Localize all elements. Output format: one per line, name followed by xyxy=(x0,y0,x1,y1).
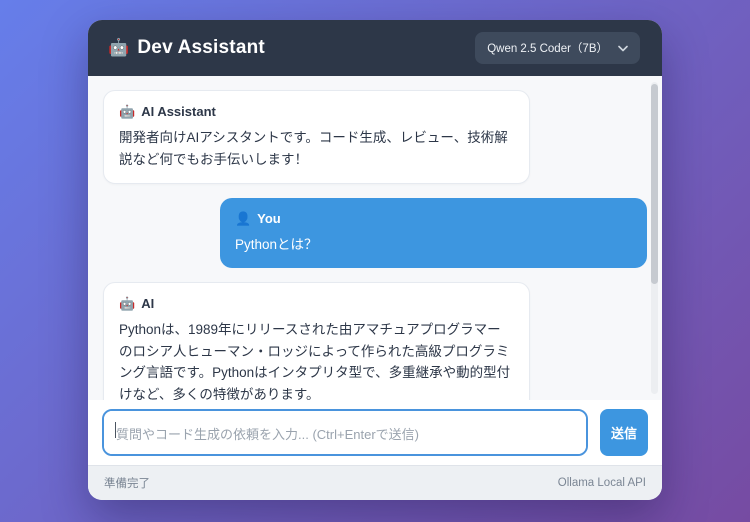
composer: 送信 xyxy=(88,400,662,465)
message-input-wrap xyxy=(102,409,588,456)
message-input[interactable] xyxy=(102,409,588,456)
robot-icon: 🤖 xyxy=(108,38,130,57)
user-message: 👤 You Pythonとは？ xyxy=(219,197,647,268)
message-paragraph: Pythonとは？ xyxy=(234,236,318,252)
status-bar: 準備完了 Ollama Local API xyxy=(88,465,662,500)
message-body: 開発者向けAIアシスタントです。コード生成、レビュー、技術解説など何でもお手伝い… xyxy=(119,127,514,171)
message-sender-name: AI Assistant xyxy=(141,104,216,119)
send-button[interactable]: 送信 xyxy=(600,409,648,456)
message-sender: 👤 You xyxy=(235,208,632,229)
app-title-text: Dev Assistant xyxy=(137,37,265,58)
assistant-message: 🤖 AI Pythonは、1989年にリリースされた由アマチュアプログラマーのロ… xyxy=(103,281,531,400)
status-text: 準備完了 xyxy=(104,478,150,490)
message-paragraph: 開発者向けAIアシスタントです。コード生成、レビュー、技術解説など何でもお手伝い… xyxy=(119,130,508,167)
app-title: 🤖 Dev Assistant xyxy=(108,37,265,59)
robot-icon: 🤖 xyxy=(119,104,136,119)
chat-app-window: 🤖 Dev Assistant Qwen 2.5 Coder（7B） 🤖 AI … xyxy=(88,20,662,500)
message-body: Pythonとは？ xyxy=(235,234,632,256)
message-sender: 🤖 AI xyxy=(119,293,514,314)
messages-list: 🤖 AI Assistant 開発者向けAIアシスタントです。コード生成、レビュ… xyxy=(88,76,662,400)
assistant-message: 🤖 AI Assistant 開発者向けAIアシスタントです。コード生成、レビュ… xyxy=(103,90,531,184)
app-header: 🤖 Dev Assistant Qwen 2.5 Coder（7B） xyxy=(88,20,662,76)
robot-icon: 🤖 xyxy=(119,295,136,311)
model-selector-dropdown[interactable]: Qwen 2.5 Coder（7B） xyxy=(475,32,640,64)
model-selector-value: Qwen 2.5 Coder（7B） xyxy=(487,43,608,55)
message-sender-name: You xyxy=(257,210,281,226)
message-sender-name: AI xyxy=(141,295,155,311)
messages-scrollbar-thumb[interactable] xyxy=(651,84,658,284)
message-sender: 🤖 AI Assistant xyxy=(119,101,514,122)
message-paragraph: Pythonは、1989年にリリースされた由アマチュアプログラマーのロシア人ヒュ… xyxy=(119,321,511,400)
message-body: Pythonは、1989年にリリースされた由アマチュアプログラマーのロシア人ヒュ… xyxy=(119,319,514,400)
chevron-down-icon xyxy=(618,45,628,52)
person-icon: 👤 xyxy=(234,210,252,226)
backend-label: Ollama Local API xyxy=(557,477,646,489)
text-cursor xyxy=(115,422,116,438)
